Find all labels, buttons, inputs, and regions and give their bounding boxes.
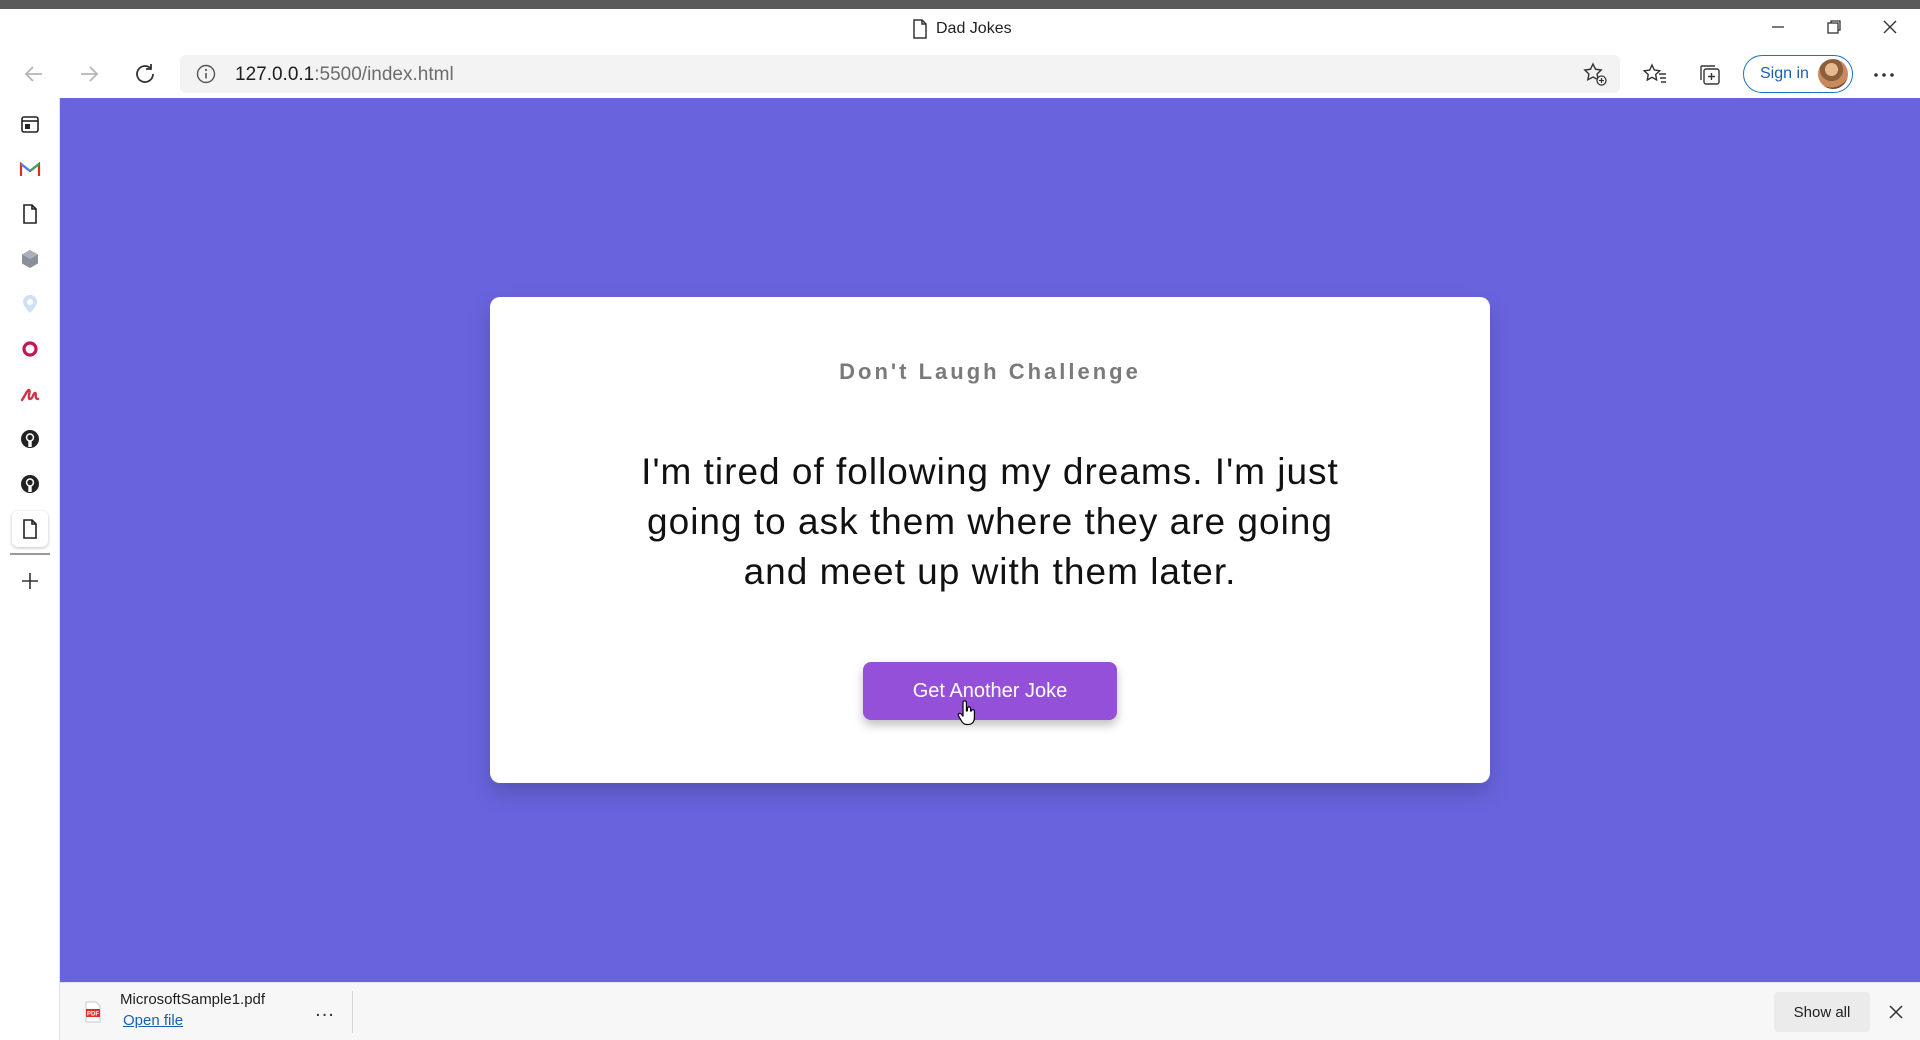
outlook-calendar-icon xyxy=(21,116,39,133)
download-bar: PDF MicrosoftSample1.pdf Open file ... S… xyxy=(60,982,1920,1040)
sidebar-item-github-2[interactable] xyxy=(12,466,48,502)
page-icon xyxy=(913,19,927,39)
restore-button[interactable] xyxy=(1806,9,1862,45)
more-horizontal-icon xyxy=(1874,73,1894,77)
sign-in-button[interactable]: Sign in xyxy=(1743,55,1853,93)
title-bar: Dad Jokes xyxy=(0,9,1920,51)
joke-text: I'm tired of following my dreams. I'm ju… xyxy=(641,451,1339,592)
plus-icon xyxy=(22,573,38,589)
sidebar-item-current-page[interactable] xyxy=(12,511,48,547)
document-icon xyxy=(23,204,37,224)
sidebar-item-extension[interactable] xyxy=(12,241,48,277)
window-top-strip xyxy=(0,0,1920,9)
minimize-icon xyxy=(1772,26,1784,28)
tab-title-text: Dad Jokes xyxy=(936,20,1012,37)
collections-icon xyxy=(1700,65,1720,85)
url-text[interactable]: 127.0.0.1:5500/index.html xyxy=(235,64,454,86)
sidebar-item-map[interactable] xyxy=(12,286,48,322)
sidebar-item-github[interactable] xyxy=(12,421,48,457)
sidebar-item-outlook[interactable] xyxy=(12,106,48,142)
joke-card: Don't Laugh Challenge I'm tired of follo… xyxy=(490,297,1490,783)
signature-app-icon xyxy=(20,388,40,402)
back-arrow-icon xyxy=(24,66,42,82)
sidebar-item-gmail[interactable] xyxy=(12,151,48,187)
open-file-link[interactable]: Open file xyxy=(123,1012,183,1029)
web-page: Don't Laugh Challenge I'm tired of follo… xyxy=(60,98,1920,982)
avatar xyxy=(1818,59,1848,89)
forward-button[interactable] xyxy=(71,57,107,91)
sign-in-label: Sign in xyxy=(1760,65,1809,82)
add-favorite-icon[interactable] xyxy=(1582,61,1608,87)
extension-icon xyxy=(22,250,38,268)
url-path: :5500/index.html xyxy=(314,64,454,85)
url-host: 127.0.0.1 xyxy=(235,64,315,85)
address-bar[interactable]: 127.0.0.1:5500/index.html xyxy=(180,55,1620,93)
gmail-icon xyxy=(19,161,41,176)
settings-menu-button[interactable] xyxy=(1868,59,1900,91)
github-icon xyxy=(21,430,39,448)
document-icon xyxy=(23,519,37,539)
show-all-downloads-button[interactable]: Show all xyxy=(1774,992,1870,1032)
collections-button[interactable] xyxy=(1694,59,1726,91)
svg-text:PDF: PDF xyxy=(87,1012,99,1018)
close-icon xyxy=(1883,20,1897,34)
minimize-button[interactable] xyxy=(1750,9,1806,45)
pdf-file-icon: PDF xyxy=(85,1001,101,1023)
back-button[interactable] xyxy=(16,57,52,91)
ring-app-icon xyxy=(22,341,38,357)
close-window-button[interactable] xyxy=(1862,9,1918,45)
close-icon xyxy=(1889,1005,1903,1019)
download-more-button[interactable]: ... xyxy=(310,997,340,1023)
download-filename: MicrosoftSample1.pdf xyxy=(120,991,266,1008)
favorites-icon xyxy=(1642,63,1666,83)
browser-sidebar xyxy=(0,98,60,1040)
tab-title[interactable]: Dad Jokes xyxy=(912,17,1012,41)
restore-icon xyxy=(1827,20,1841,34)
sidebar-add-button[interactable] xyxy=(12,563,48,599)
sidebar-item-document[interactable] xyxy=(12,196,48,232)
card-heading: Don't Laugh Challenge xyxy=(839,359,1141,384)
sidebar-divider xyxy=(10,553,50,555)
sidebar-item-ring-app[interactable] xyxy=(12,331,48,367)
browser-toolbar: 127.0.0.1:5500/index.html Sign in xyxy=(0,51,1920,98)
get-another-joke-button[interactable]: Get Another Joke xyxy=(863,662,1117,720)
map-pin-icon xyxy=(23,295,37,313)
forward-arrow-icon xyxy=(81,66,99,82)
refresh-button[interactable] xyxy=(127,57,163,91)
hand-cursor-icon xyxy=(957,700,975,726)
github-icon xyxy=(21,475,39,493)
refresh-icon xyxy=(136,64,154,83)
close-download-bar-button[interactable] xyxy=(1882,998,1910,1026)
site-info-icon[interactable] xyxy=(196,64,216,84)
favorites-button[interactable] xyxy=(1639,59,1671,91)
download-divider xyxy=(352,991,353,1033)
sidebar-item-signature-app[interactable] xyxy=(12,376,48,412)
